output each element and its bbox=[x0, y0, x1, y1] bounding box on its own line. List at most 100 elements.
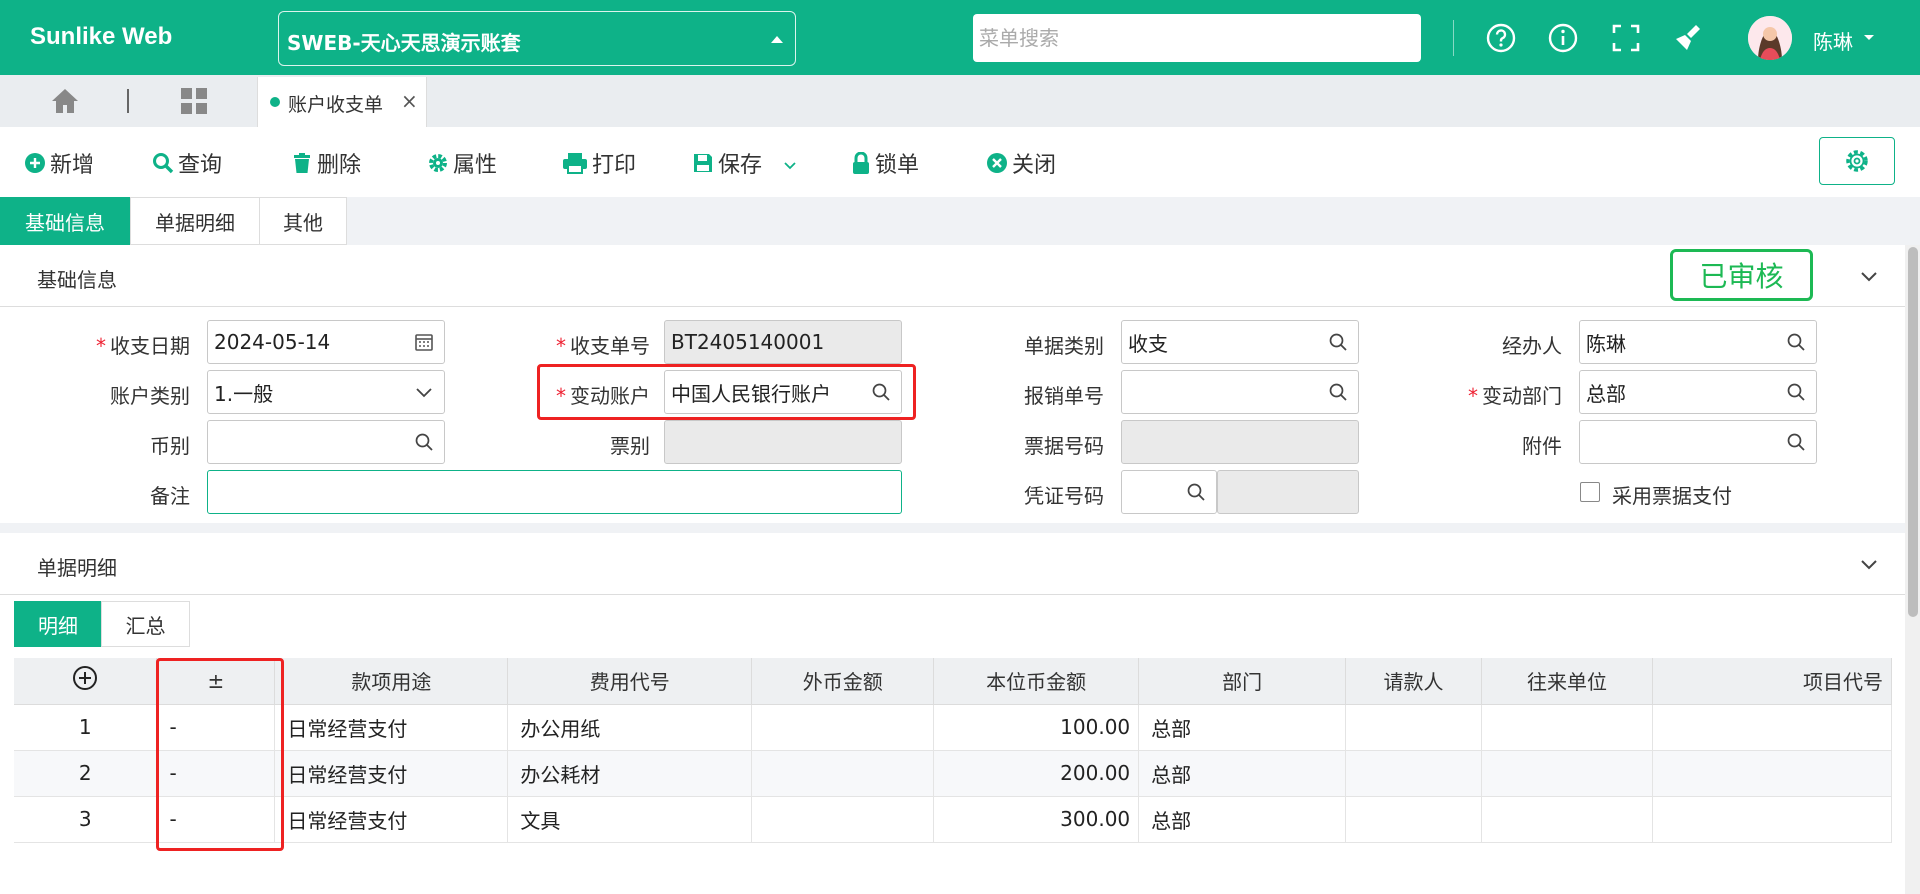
table-row[interactable]: 1 - 日常经营支付 办公用纸 100.00 总部 bbox=[14, 704, 1893, 751]
properties-button[interactable]: 属性 bbox=[427, 148, 497, 178]
add-row-header[interactable] bbox=[14, 658, 158, 705]
row-project-code[interactable] bbox=[1652, 704, 1893, 751]
row-project-code[interactable] bbox=[1652, 750, 1893, 797]
save-label: 保存 bbox=[718, 153, 763, 178]
reimburse-no-field[interactable] bbox=[1121, 370, 1359, 414]
save-button[interactable]: 保存 bbox=[692, 148, 762, 178]
chevron-down-icon[interactable] bbox=[1860, 555, 1878, 573]
menu-search-input[interactable] bbox=[973, 14, 1421, 62]
scrollbar-thumb[interactable] bbox=[1908, 247, 1918, 617]
account-type-select[interactable]: 1.一般 bbox=[207, 370, 445, 414]
toolbar: 新增 查询 删除 属性 打印 保存 锁单 关闭 bbox=[0, 127, 1920, 197]
note-no-field bbox=[1121, 420, 1359, 464]
search-icon[interactable] bbox=[1186, 482, 1206, 502]
lock-icon bbox=[853, 152, 869, 174]
tab-summary[interactable]: 汇总 bbox=[101, 601, 190, 647]
scrollbar[interactable] bbox=[1905, 245, 1920, 894]
col-project-code[interactable]: 项目代号 bbox=[1652, 658, 1893, 705]
row-local-amount[interactable]: 100.00 bbox=[933, 704, 1140, 751]
close-button[interactable]: 关闭 bbox=[986, 148, 1056, 178]
print-button[interactable]: 打印 bbox=[562, 148, 636, 178]
grid-menu-icon[interactable] bbox=[180, 87, 208, 115]
row-requester[interactable] bbox=[1345, 750, 1483, 797]
tab-basic-info[interactable]: 基础信息 bbox=[0, 197, 130, 245]
attachment-field[interactable] bbox=[1579, 420, 1817, 464]
calendar-icon[interactable] bbox=[414, 332, 434, 352]
row-foreign-amount[interactable] bbox=[751, 796, 935, 843]
tab-other[interactable]: 其他 bbox=[259, 197, 347, 245]
change-account-field[interactable]: 中国人民银行账户 bbox=[664, 370, 902, 414]
tab-detail[interactable]: 明细 bbox=[14, 601, 102, 647]
currency-field[interactable] bbox=[207, 420, 445, 464]
row-expense-code[interactable]: 办公用纸 bbox=[507, 704, 753, 751]
search-icon[interactable] bbox=[1786, 332, 1806, 352]
add-circle-icon[interactable] bbox=[72, 665, 98, 691]
dept-field[interactable]: 总部 bbox=[1579, 370, 1817, 414]
row-partner[interactable] bbox=[1481, 750, 1653, 797]
clear-cache-broom-icon[interactable] bbox=[1672, 22, 1704, 54]
col-dept[interactable]: 部门 bbox=[1138, 658, 1347, 705]
row-local-amount[interactable]: 200.00 bbox=[933, 750, 1140, 797]
fullscreen-icon[interactable] bbox=[1610, 22, 1642, 54]
chevron-down-icon[interactable] bbox=[1860, 267, 1878, 285]
row-purpose[interactable]: 日常经营支付 bbox=[274, 750, 509, 797]
voucher-no-field[interactable] bbox=[1121, 470, 1217, 514]
row-partner[interactable] bbox=[1481, 704, 1653, 751]
settings-button[interactable] bbox=[1819, 137, 1895, 185]
row-requester[interactable] bbox=[1345, 704, 1483, 751]
col-requester[interactable]: 请款人 bbox=[1345, 658, 1483, 705]
bill-type-field[interactable]: 收支 bbox=[1121, 320, 1359, 364]
row-dept[interactable]: 总部 bbox=[1138, 704, 1347, 751]
col-local-amount[interactable]: 本位币金额 bbox=[933, 658, 1140, 705]
use-note-pay-checkbox[interactable] bbox=[1580, 482, 1600, 502]
help-icon[interactable] bbox=[1485, 22, 1517, 54]
lock-button[interactable]: 锁单 bbox=[851, 148, 919, 178]
col-expense-code[interactable]: 费用代号 bbox=[507, 658, 753, 705]
floppy-disk-icon bbox=[694, 154, 712, 172]
row-purpose[interactable]: 日常经营支付 bbox=[274, 704, 509, 751]
remark-field[interactable] bbox=[207, 470, 902, 514]
home-icon[interactable] bbox=[50, 87, 80, 115]
row-project-code[interactable] bbox=[1652, 796, 1893, 843]
row-purpose[interactable]: 日常经营支付 bbox=[274, 796, 509, 843]
date-field[interactable]: 2024-05-14 bbox=[207, 320, 445, 364]
username[interactable]: 陈琳 bbox=[1813, 26, 1853, 55]
plus-circle-icon bbox=[25, 153, 45, 173]
search-icon[interactable] bbox=[871, 382, 891, 402]
col-partner[interactable]: 往来单位 bbox=[1481, 658, 1653, 705]
avatar[interactable] bbox=[1748, 16, 1792, 60]
chevron-down-icon[interactable] bbox=[414, 382, 434, 402]
chevron-down-icon[interactable] bbox=[784, 160, 796, 172]
row-local-amount[interactable]: 300.00 bbox=[933, 796, 1140, 843]
row-requester[interactable] bbox=[1345, 796, 1483, 843]
row-expense-code[interactable]: 办公耗材 bbox=[507, 750, 753, 797]
row-number: 1 bbox=[14, 704, 158, 751]
row-foreign-amount[interactable] bbox=[751, 704, 935, 751]
handler-field[interactable]: 陈琳 bbox=[1579, 320, 1817, 364]
tab-bill-detail[interactable]: 单据明细 bbox=[130, 197, 260, 245]
table-row[interactable]: 2 - 日常经营支付 办公耗材 200.00 总部 bbox=[14, 750, 1893, 797]
search-icon[interactable] bbox=[414, 432, 434, 452]
account-set-select[interactable]: SWEB-天心天思演示账套 bbox=[278, 11, 796, 66]
col-foreign-amount[interactable]: 外币金额 bbox=[751, 658, 935, 705]
query-button[interactable]: 查询 bbox=[152, 148, 222, 178]
new-button[interactable]: 新增 bbox=[24, 148, 94, 178]
row-dept[interactable]: 总部 bbox=[1138, 796, 1347, 843]
row-foreign-amount[interactable] bbox=[751, 750, 935, 797]
delete-button[interactable]: 删除 bbox=[291, 148, 361, 178]
close-icon[interactable]: × bbox=[401, 89, 418, 113]
row-expense-code[interactable]: 文具 bbox=[507, 796, 753, 843]
currency-label: 币别 bbox=[150, 434, 190, 458]
highlight-box bbox=[156, 658, 284, 851]
tab-account-bill[interactable]: 账户收支单 × bbox=[257, 77, 427, 127]
chevron-down-icon[interactable] bbox=[1864, 35, 1874, 40]
table-row[interactable]: 3 - 日常经营支付 文具 300.00 总部 bbox=[14, 796, 1893, 843]
row-partner[interactable] bbox=[1481, 796, 1653, 843]
search-icon[interactable] bbox=[1328, 332, 1348, 352]
search-icon[interactable] bbox=[1786, 382, 1806, 402]
search-icon[interactable] bbox=[1786, 432, 1806, 452]
search-icon[interactable] bbox=[1328, 382, 1348, 402]
info-icon[interactable] bbox=[1547, 22, 1579, 54]
row-dept[interactable]: 总部 bbox=[1138, 750, 1347, 797]
col-purpose[interactable]: 款项用途 bbox=[274, 658, 509, 705]
